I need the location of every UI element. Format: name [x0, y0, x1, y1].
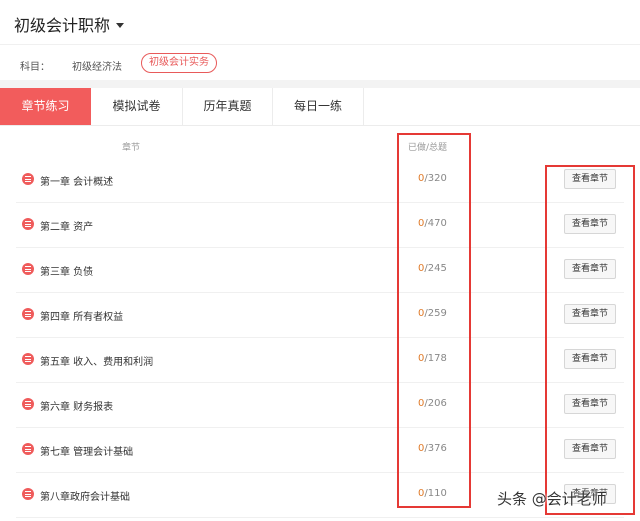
page-title[interactable]: 初级会计职称: [14, 16, 110, 35]
tab-mock-exam[interactable]: 模拟试卷: [91, 88, 183, 125]
subject-filter: 科目： 初级经济法 初级会计实务: [0, 44, 640, 80]
chapter-name[interactable]: 第八章政府会计基础: [40, 488, 130, 503]
subject-option-economic-law[interactable]: 初级经济法: [72, 58, 122, 73]
highlight-box-progress: [397, 133, 471, 508]
highlight-box-actions: [545, 165, 635, 515]
chapter-name[interactable]: 第七章 管理会计基础: [40, 443, 133, 458]
chapter-row[interactable]: 第四章 所有者权益 0/259 查看章节: [0, 293, 640, 338]
chapter-name[interactable]: 第一章 会计概述: [40, 173, 113, 188]
chapter-name[interactable]: 第四章 所有者权益: [40, 308, 123, 323]
tab-past-exams[interactable]: 历年真题: [183, 88, 273, 125]
list-icon: [22, 218, 34, 230]
column-header-chapter: 章节: [122, 143, 141, 153]
subject-label: 科目：: [20, 62, 50, 73]
tab-daily-practice[interactable]: 每日一练: [273, 88, 364, 125]
chapter-row[interactable]: 第六章 财务报表 0/206 查看章节: [0, 383, 640, 428]
chapter-row[interactable]: 第一章 会计概述 0/320 查看章节: [0, 158, 640, 203]
list-icon: [22, 173, 34, 185]
list-icon: [22, 443, 34, 455]
tab-bar: 章节练习 模拟试卷 历年真题 每日一练: [0, 88, 640, 126]
chapter-row[interactable]: 第七章 管理会计基础 0/376 查看章节: [0, 428, 640, 473]
chapter-row[interactable]: 第二章 资产 0/470 查看章节: [0, 203, 640, 248]
list-icon: [22, 398, 34, 410]
subject-option-accounting-practice[interactable]: 初级会计实务: [141, 53, 217, 73]
header: 初级会计职称: [0, 0, 640, 44]
caret-down-icon[interactable]: [116, 23, 125, 28]
chapter-name[interactable]: 第六章 财务报表: [40, 398, 113, 413]
chapter-name[interactable]: 第二章 资产: [40, 218, 93, 233]
list-icon: [22, 263, 34, 275]
section-divider: [0, 80, 640, 88]
chapter-row[interactable]: 第五章 收入、费用和利润 0/178 查看章节: [0, 338, 640, 383]
chapter-name[interactable]: 第五章 收入、费用和利润: [40, 353, 153, 368]
chapter-row[interactable]: 第三章 负债 0/245 查看章节: [0, 248, 640, 293]
tab-chapter-practice[interactable]: 章节练习: [0, 88, 91, 125]
list-icon: [22, 308, 34, 320]
chapter-name[interactable]: 第三章 负债: [40, 263, 93, 278]
list-icon: [22, 353, 34, 365]
list-icon: [22, 488, 34, 500]
watermark: 头条 @会计老师: [497, 490, 607, 508]
row-divider: [16, 517, 624, 518]
